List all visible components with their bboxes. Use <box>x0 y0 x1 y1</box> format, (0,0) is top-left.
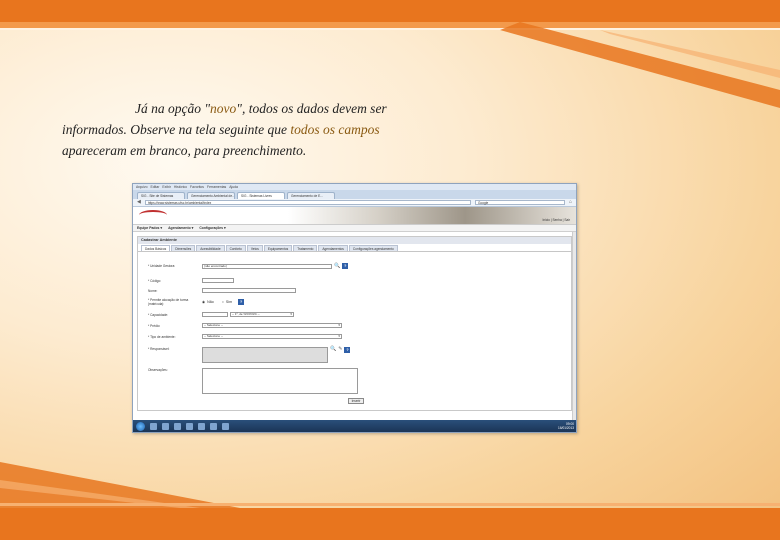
field-label: * Prédio: <box>148 323 161 328</box>
search-icon[interactable]: 🔍 <box>330 347 336 352</box>
site-header: Inicio | Senha | Sair <box>133 207 576 225</box>
back-icon[interactable]: ◀ <box>137 200 141 205</box>
menu-item[interactable]: Favoritos <box>190 185 204 189</box>
field-permite: * Permite alocação de turma (matrícula):… <box>148 298 245 306</box>
field-codigo: * Código: <box>148 278 234 283</box>
form-tab[interactable]: Acessibilidade <box>196 245 225 251</box>
nome-input[interactable] <box>202 288 296 293</box>
clock-date: 16/01/2013 <box>558 426 574 430</box>
caption-text: apareceram em branco, para preenchimento… <box>62 143 307 158</box>
form-tab[interactable]: Vetos <box>246 245 263 251</box>
menu-item[interactable]: Histórico <box>174 185 187 189</box>
panel-title: Cadastrar Ambiente <box>138 237 571 244</box>
taskbar-app-icon[interactable] <box>162 422 169 430</box>
caption-highlight-todos-os-campos: todos os campos <box>290 122 380 137</box>
start-button-icon[interactable] <box>136 421 145 431</box>
embedded-screenshot: Arquivo Editar Exibir Histórico Favorito… <box>132 183 577 433</box>
field-label: Nome: <box>148 288 158 293</box>
menu-item[interactable]: Editar <box>151 185 160 189</box>
site-nav: Equipe Pados ▾ Agendamento ▾ Configuraçõ… <box>133 225 576 232</box>
search-icon[interactable]: 🔍 <box>334 263 340 269</box>
caption-highlight-novo: novo <box>210 101 237 116</box>
form-panel: Cadastrar Ambiente Dados Básicos Dimensõ… <box>137 236 572 411</box>
windows-taskbar: 09:00 16/01/2013 <box>133 420 576 432</box>
field-label: Observações: <box>148 368 168 372</box>
form-tab[interactable]: Configurações agendamento <box>348 245 398 251</box>
menu-item[interactable]: Exibir <box>162 185 170 189</box>
slide-caption: Já na opção "novo", todos os dados devem… <box>62 98 434 161</box>
browser-tab-active[interactable]: SIG - Sistemas Livres <box>237 192 285 199</box>
form-tab[interactable]: Agendamentos <box>318 245 348 251</box>
form-tabs: Dados Básicos Dimensões Acessibilidade C… <box>138 244 571 252</box>
taskbar-app-icon[interactable] <box>150 422 157 430</box>
form-tab[interactable]: Equipamentos <box>263 245 293 251</box>
gestor-input[interactable]: (não encontrado) <box>202 263 332 269</box>
bottom-orange-band <box>0 508 780 540</box>
field-observacoes: Observações: <box>148 368 358 394</box>
site-logo <box>139 210 167 220</box>
field-label: * Permite alocação de turma (matrícula): <box>148 298 189 306</box>
menu-item[interactable]: Arquivo <box>136 185 148 189</box>
browser-search-field[interactable]: Google <box>474 200 565 205</box>
responsavel-box[interactable] <box>202 347 328 363</box>
field-predio: * Prédio: -- Selecione -- <box>148 323 342 328</box>
caption-text: ", todos os dados devem ser <box>236 101 387 116</box>
field-tipo: * Tipo de ambiente: -- Selecione -- <box>148 334 342 339</box>
form-tab[interactable]: Conforto <box>225 245 246 251</box>
field-capacidade: * Capacidade: -- 1º, de %%%%% -- <box>148 312 294 317</box>
form-tab[interactable]: Tratamento <box>293 245 318 251</box>
browser-tab[interactable]: Gerenciamento Ambiental de... <box>187 192 235 199</box>
field-nome: Nome: <box>148 288 296 293</box>
taskbar-app-icon[interactable] <box>186 422 193 430</box>
inserir-button[interactable]: Inserir <box>348 398 364 404</box>
caption-text: Já na opção " <box>135 101 211 116</box>
radio-label: Não <box>207 300 214 304</box>
field-gestor: * Unidade Gestora: (não encontrado) 🔍 ? <box>148 263 349 269</box>
nav-item-configuracoes[interactable]: Configurações ▾ <box>199 226 225 230</box>
help-icon[interactable]: ? <box>344 347 351 353</box>
menu-item[interactable]: Ferramentas <box>207 185 226 189</box>
nav-item-equipe[interactable]: Equipe Pados ▾ <box>137 226 162 230</box>
radio-sim-icon[interactable]: ○ <box>222 300 224 304</box>
taskbar-app-icon[interactable] <box>198 422 205 430</box>
browser-tabs: SIG - Site de Sistemas Gerenciamento Amb… <box>133 190 576 199</box>
browser-tab[interactable]: SIG - Site de Sistemas <box>137 192 185 199</box>
field-label: * Responsável: <box>148 347 170 351</box>
field-label: * Unidade Gestora: <box>148 264 176 268</box>
scrollbar[interactable] <box>572 232 576 422</box>
taskbar-app-icon[interactable] <box>174 422 181 430</box>
field-label: * Código: <box>148 278 162 283</box>
user-links[interactable]: Inicio | Senha | Sair <box>542 218 570 222</box>
help-icon[interactable]: ? <box>238 299 245 305</box>
browser-tab[interactable]: Gerenciamento de E... <box>287 192 335 199</box>
field-label: * Tipo de ambiente: <box>148 334 176 339</box>
tipo-select[interactable]: -- Selecione -- <box>202 334 342 339</box>
menu-item[interactable]: Ajuda <box>229 185 238 189</box>
home-icon[interactable]: ⌂ <box>569 200 572 205</box>
form-tab[interactable]: Dados Básicos <box>141 245 171 251</box>
radio-label: Sim <box>225 300 233 304</box>
address-bar-row: ◀ https://www.sistemas.ufsc.br/ambiental… <box>133 199 576 207</box>
radio-nao-icon[interactable]: ◉ <box>202 300 205 304</box>
codigo-input[interactable] <box>202 278 234 283</box>
form-tab[interactable]: Dimensões <box>171 245 196 251</box>
field-label: * Capacidade: <box>148 312 169 317</box>
bottom-thin-line <box>0 503 780 506</box>
taskbar-clock[interactable]: 09:00 16/01/2013 <box>558 422 574 430</box>
caption-text: informados. Observe na tela seguinte que <box>62 122 291 137</box>
help-icon[interactable]: ? <box>342 263 349 269</box>
capacidade-input[interactable] <box>202 312 228 317</box>
capacidade-select[interactable]: -- 1º, de %%%%% -- <box>230 312 294 317</box>
nav-item-agendamento[interactable]: Agendamento ▾ <box>168 226 193 230</box>
taskbar-app-icon[interactable] <box>222 422 229 430</box>
taskbar-app-icon[interactable] <box>210 422 217 430</box>
edit-icon[interactable]: ✎ <box>338 347 342 352</box>
field-responsavel: * Responsável: 🔍 ✎ ? <box>148 347 351 363</box>
url-field[interactable]: https://www.sistemas.ufsc.br/ambiental/i… <box>144 200 471 205</box>
observacoes-textarea[interactable] <box>202 368 358 394</box>
predio-select[interactable]: -- Selecione -- <box>202 323 342 328</box>
